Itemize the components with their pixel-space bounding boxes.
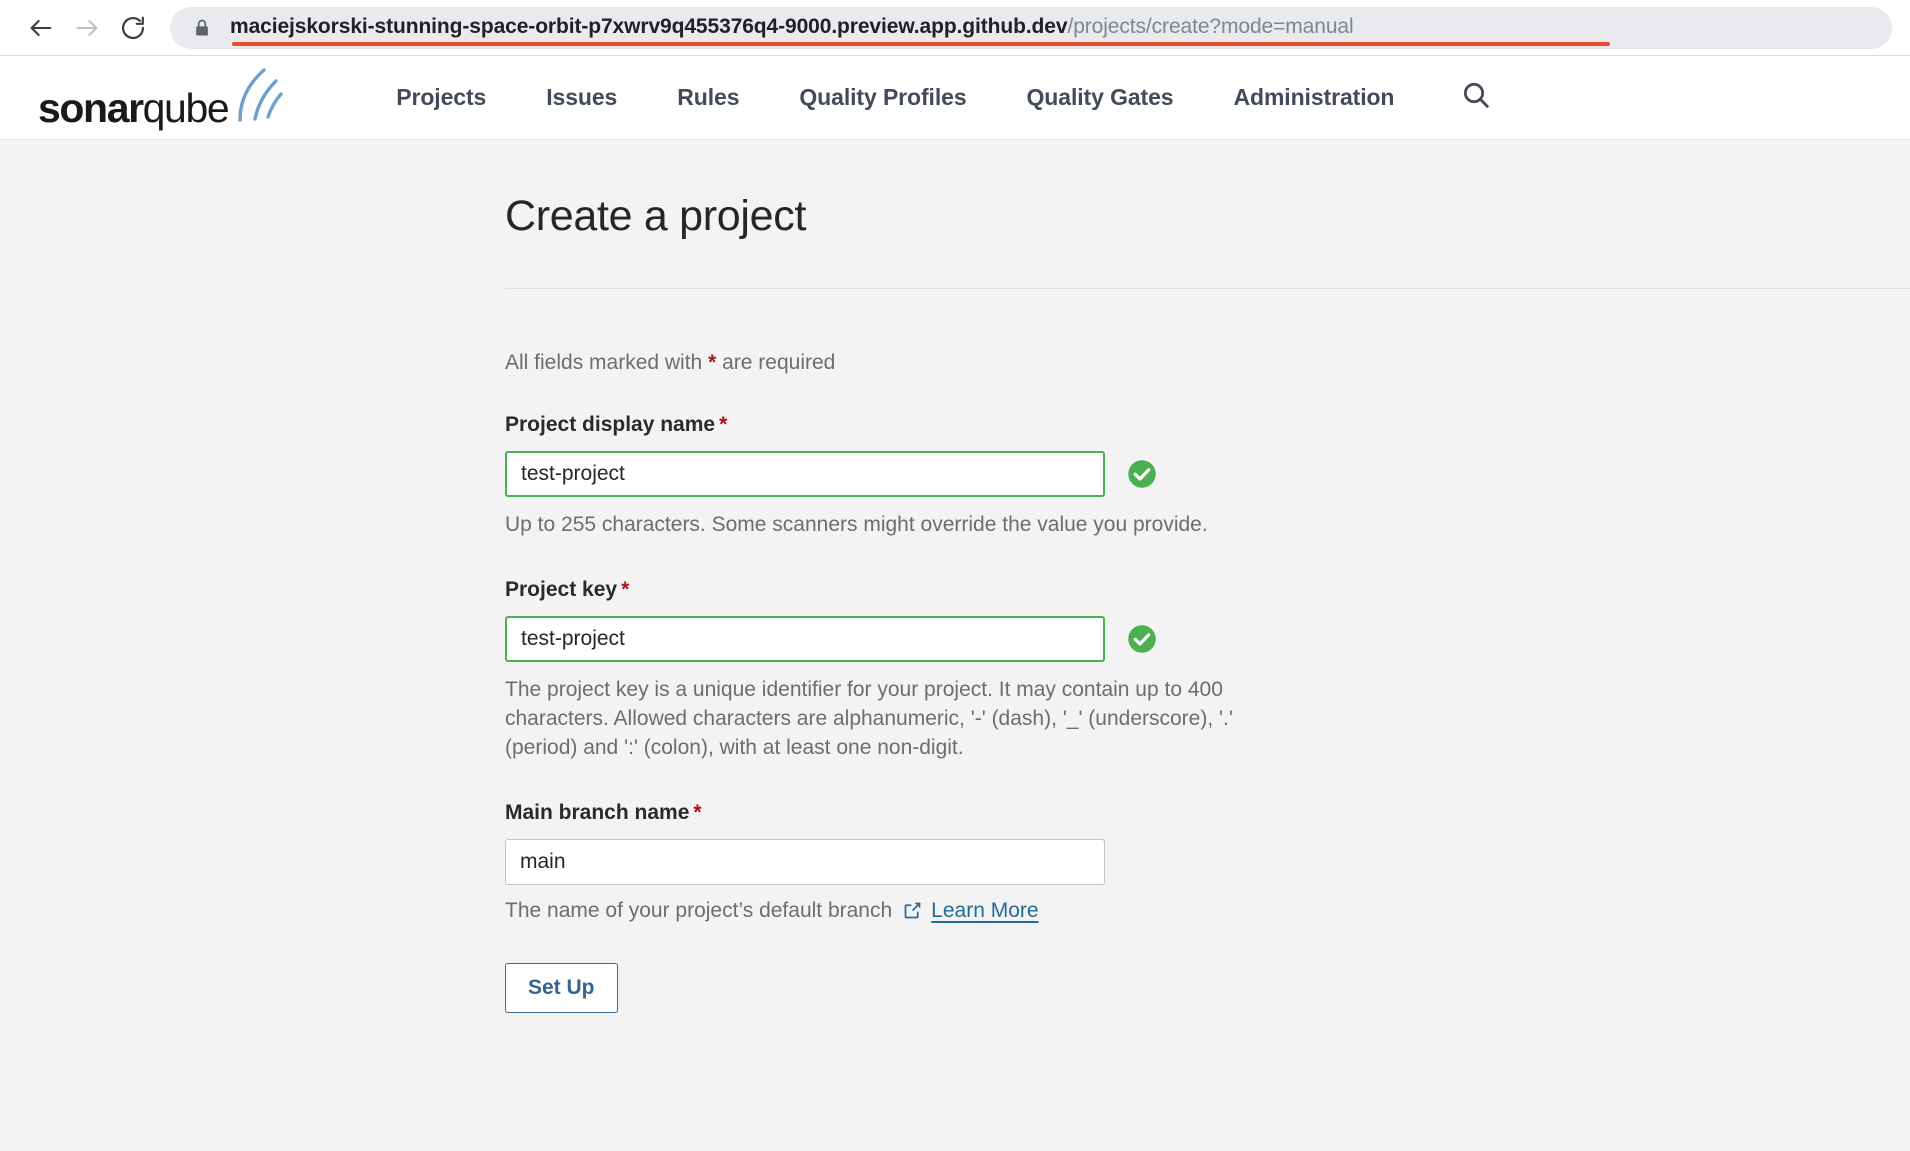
check-circle-icon	[1127, 624, 1157, 654]
input-row	[505, 451, 1910, 497]
required-asterisk: *	[719, 413, 728, 436]
forward-button[interactable]	[64, 5, 110, 51]
logo-light-text: qube	[142, 84, 230, 131]
back-button[interactable]	[18, 5, 64, 51]
address-bar[interactable]: maciejskorski-stunning-space-orbit-p7xwr…	[170, 6, 1892, 49]
url-path: /projects/create?mode=manual	[1067, 14, 1354, 38]
label-project-display-name: Project display name *	[505, 413, 1910, 437]
browser-toolbar: maciejskorski-stunning-space-orbit-p7xwr…	[0, 0, 1910, 56]
required-note-suffix: are required	[716, 351, 836, 374]
arrow-right-icon	[73, 14, 101, 42]
check-circle-icon	[1127, 459, 1157, 489]
set-up-button[interactable]: Set Up	[505, 962, 618, 1013]
label-text: Project display name	[505, 413, 716, 436]
required-asterisk: *	[621, 577, 630, 601]
nav-item-rules[interactable]: Rules	[647, 84, 769, 111]
reload-button[interactable]	[110, 5, 156, 51]
field-project-key: Project key* The project key is a unique…	[505, 578, 1910, 763]
logo-bold-text: sonar	[38, 84, 144, 131]
required-fields-note: All fields marked with * are required	[505, 351, 1910, 375]
required-note-prefix: All fields marked with	[505, 351, 709, 374]
help-project-key: The project key is a unique identifier f…	[505, 677, 1233, 759]
url-highlight-underline	[232, 41, 1610, 46]
app-header: sonarqube Projects Issues Rules Quality …	[0, 56, 1910, 140]
create-project-form: Create a project All fields marked with …	[505, 140, 1910, 1013]
help-main-branch-name: The name of your project’s default branc…	[505, 899, 1910, 923]
logo-wordmark: sonarqube	[38, 84, 230, 131]
url-text: maciejskorski-stunning-space-orbit-p7xwr…	[230, 15, 1354, 41]
page-body: Create a project All fields marked with …	[0, 140, 1910, 1151]
lock-icon	[192, 17, 212, 39]
project-key-input[interactable]	[505, 615, 1105, 662]
arrow-left-icon	[27, 14, 55, 42]
nav-item-administration[interactable]: Administration	[1204, 84, 1425, 111]
nav-item-projects[interactable]: Projects	[366, 84, 516, 111]
help-project-display-name: Up to 255 characters. Some scanners migh…	[505, 513, 1208, 536]
learn-more-link[interactable]: Learn More	[931, 899, 1038, 923]
label-text: Main branch name	[505, 800, 690, 824]
field-main-branch-name: Main branch name* The name of your proje…	[505, 801, 1910, 923]
help-text: The name of your project’s default branc…	[505, 898, 893, 922]
project-display-name-input[interactable]	[505, 451, 1105, 497]
sonar-wave-icon	[234, 67, 284, 128]
nav-item-quality-profiles[interactable]: Quality Profiles	[769, 84, 996, 111]
required-asterisk: *	[693, 800, 702, 824]
reload-icon	[119, 14, 147, 42]
nav-item-quality-gates[interactable]: Quality Gates	[997, 84, 1204, 111]
search-button[interactable]	[1454, 76, 1498, 120]
label-project-key: Project key *	[505, 578, 1910, 602]
field-project-display-name: Project display name* Up to 255 characte…	[505, 413, 1910, 540]
input-row	[505, 615, 1910, 662]
label-text: Project key	[505, 577, 618, 601]
search-icon	[1460, 79, 1492, 116]
nav-item-issues[interactable]: Issues	[516, 84, 647, 111]
main-branch-name-input[interactable]	[505, 838, 1105, 885]
input-row	[505, 838, 1910, 885]
external-link-icon	[902, 900, 923, 921]
page-title: Create a project	[505, 192, 807, 240]
title-divider	[505, 288, 1910, 289]
main-navigation: Projects Issues Rules Quality Profiles Q…	[366, 84, 1424, 111]
label-main-branch-name: Main branch name *	[505, 801, 1910, 825]
url-host: maciejskorski-stunning-space-orbit-p7xwr…	[230, 14, 1068, 38]
sonarqube-logo[interactable]: sonarqube	[38, 67, 284, 129]
